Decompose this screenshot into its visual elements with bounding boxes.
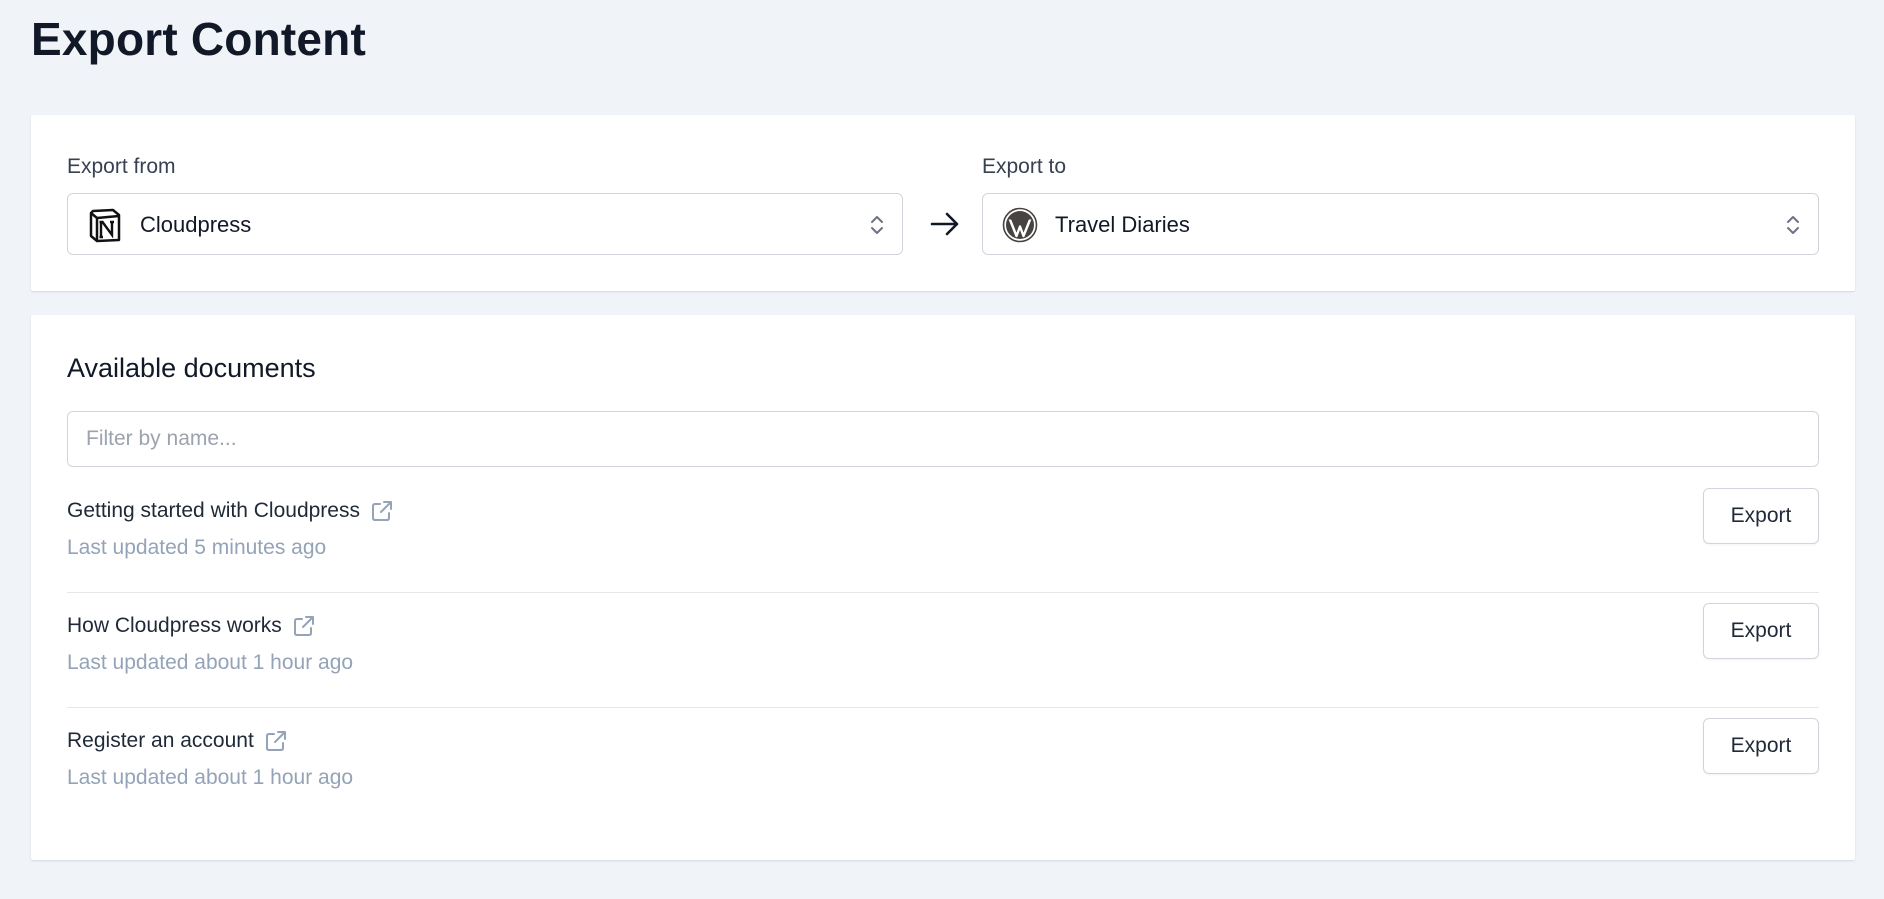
external-link-icon[interactable] [292, 614, 316, 638]
export-to-label: Export to [982, 155, 1067, 178]
document-title-link[interactable]: Getting started with Cloudpress [67, 499, 360, 523]
export-to-select[interactable]: Travel Diaries [982, 193, 1819, 255]
notion-logo-icon [86, 206, 124, 244]
arrow-right-icon [929, 210, 961, 238]
chevron-up-down-icon [868, 212, 886, 238]
export-content-page: Export Content Export from Cloudpress Ex… [0, 0, 1884, 899]
export-from-select[interactable]: Cloudpress [67, 193, 903, 255]
document-updated: Last updated 5 minutes ago [67, 536, 327, 559]
export-from-value: Cloudpress [140, 212, 252, 237]
export-button[interactable]: Export [1703, 488, 1819, 544]
page-title: Export Content [31, 13, 366, 65]
document-row: Getting started with Cloudpress Last upd… [67, 478, 1819, 593]
documents-heading: Available documents [67, 353, 316, 383]
wordpress-logo-icon [1001, 206, 1039, 244]
document-updated: Last updated about 1 hour ago [67, 651, 354, 674]
chevron-up-down-icon [1784, 212, 1802, 238]
export-source-card: Export from Cloudpress Export to Travel … [31, 115, 1855, 291]
document-title-link[interactable]: How Cloudpress works [67, 614, 282, 638]
external-link-icon[interactable] [370, 499, 394, 523]
export-button[interactable]: Export [1703, 718, 1819, 774]
document-title-link[interactable]: Register an account [67, 729, 254, 753]
export-from-label: Export from [67, 155, 176, 178]
document-title-group: Getting started with Cloudpress [67, 499, 394, 523]
document-title-group: Register an account [67, 729, 288, 753]
export-button[interactable]: Export [1703, 603, 1819, 659]
document-row: Register an account Last updated about 1… [67, 708, 1819, 823]
filter-input[interactable] [67, 411, 1819, 467]
available-documents-card: Available documents Getting started with… [31, 315, 1855, 860]
document-row: How Cloudpress works Last updated about … [67, 593, 1819, 708]
external-link-icon[interactable] [264, 729, 288, 753]
document-updated: Last updated about 1 hour ago [67, 766, 354, 789]
export-to-value: Travel Diaries [1055, 212, 1190, 237]
document-title-group: How Cloudpress works [67, 614, 316, 638]
